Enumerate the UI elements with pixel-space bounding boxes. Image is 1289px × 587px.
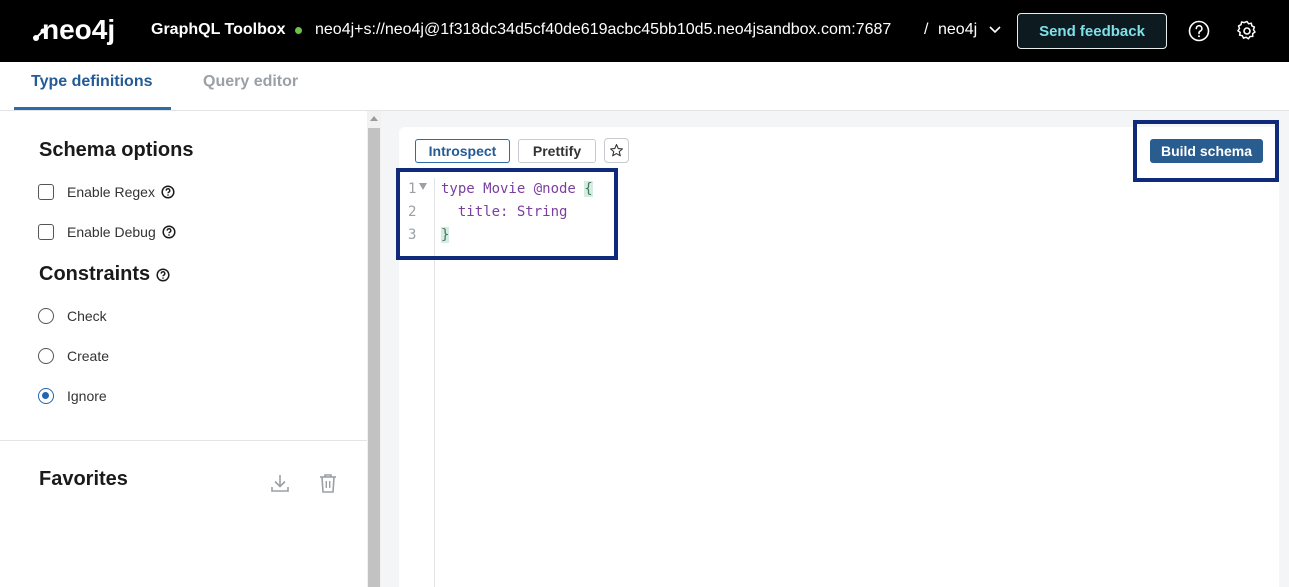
database-name[interactable]: neo4j	[938, 21, 977, 39]
enable-debug-label: Enable Debug	[67, 224, 156, 240]
enable-debug-option[interactable]: Enable Debug	[38, 223, 176, 241]
panel-scrollbar[interactable]	[367, 111, 381, 587]
info-icon[interactable]	[156, 267, 170, 282]
top-bar: neo4j GraphQL Toolbox neo4j+s://neo4j@1f…	[0, 0, 1289, 62]
favorite-button[interactable]	[604, 138, 629, 163]
constraint-create-label: Create	[67, 348, 110, 364]
introspect-button[interactable]: Introspect	[415, 139, 510, 163]
active-tab-indicator	[14, 107, 171, 110]
info-icon[interactable]	[161, 185, 175, 199]
build-schema-highlight	[1133, 120, 1279, 182]
help-icon[interactable]	[1187, 19, 1211, 43]
code-highlight	[396, 168, 618, 260]
send-feedback-button[interactable]: Send feedback	[1017, 13, 1167, 49]
tab-type-definitions[interactable]: Type definitions	[31, 73, 152, 91]
star-icon	[610, 144, 623, 157]
scroll-thumb[interactable]	[368, 128, 380, 587]
constraint-check-label: Check	[67, 308, 107, 324]
info-icon[interactable]	[162, 225, 176, 239]
tab-bar: Type definitions Query editor	[0, 62, 1289, 111]
constraint-check-option[interactable]: Check	[38, 307, 107, 325]
gear-icon[interactable]	[1235, 19, 1259, 43]
logo-text: neo4j	[42, 14, 115, 45]
connection-url[interactable]: neo4j+s://neo4j@1f318dc34d5cf40de619acbc…	[315, 21, 891, 39]
connection-status-dot	[295, 27, 302, 34]
scroll-up-icon[interactable]	[370, 116, 378, 121]
schema-options-panel: Schema options Enable Regex Enable Debug…	[0, 111, 367, 587]
tab-query-editor[interactable]: Query editor	[203, 73, 298, 91]
neo4j-logo-icon: neo4j	[33, 14, 115, 45]
constraint-ignore-option[interactable]: Ignore	[38, 387, 107, 405]
constraints-heading: Constraints	[39, 263, 170, 286]
enable-regex-label: Enable Regex	[67, 184, 155, 200]
prettify-button[interactable]: Prettify	[518, 139, 596, 163]
constraint-create-option[interactable]: Create	[38, 347, 109, 365]
enable-regex-checkbox[interactable]	[38, 184, 54, 200]
trash-icon[interactable]	[318, 472, 338, 494]
connection-separator: /	[924, 21, 929, 38]
schema-options-title: Schema options	[39, 139, 194, 161]
constraint-check-radio[interactable]	[38, 308, 54, 324]
constraint-create-radio[interactable]	[38, 348, 54, 364]
constraint-ignore-label: Ignore	[67, 388, 107, 404]
favorites-title: Favorites	[39, 468, 128, 490]
enable-debug-checkbox[interactable]	[38, 224, 54, 240]
neo4j-logo[interactable]: neo4j	[32, 12, 128, 48]
chevron-down-icon[interactable]	[988, 22, 1002, 38]
app-title: GraphQL Toolbox	[151, 21, 286, 38]
constraints-title: Constraints	[39, 263, 151, 285]
panel-divider	[0, 440, 367, 441]
download-icon[interactable]	[270, 472, 290, 494]
enable-regex-option[interactable]: Enable Regex	[38, 183, 175, 201]
constraint-ignore-radio[interactable]	[38, 388, 54, 404]
